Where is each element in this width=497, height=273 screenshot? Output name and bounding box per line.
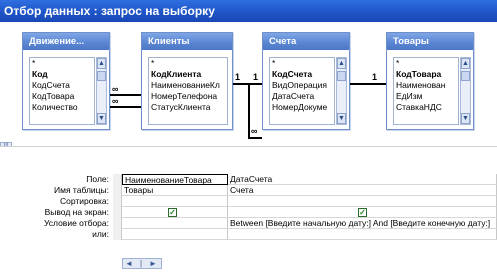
field-item[interactable]: *	[149, 58, 227, 69]
grid-row-show: Вывод на экран: ✓ ✓	[0, 207, 497, 218]
table-clients[interactable]: Клиенты * КодКлиента НаименованиеКл Номе…	[141, 32, 233, 130]
grid-row-field: Поле: НаименованиеТовара ДатаСчета	[0, 174, 497, 185]
relationship-line[interactable]	[350, 83, 386, 85]
table-cell[interactable]: Товары	[122, 185, 228, 196]
field-item-key[interactable]: КодКлиента	[149, 69, 227, 80]
row-label: Сортировка:	[59, 196, 109, 206]
show-cell: ✓	[228, 207, 497, 218]
table-title[interactable]: Клиенты	[142, 33, 232, 50]
field-item-key[interactable]: Код	[30, 69, 94, 80]
field-item[interactable]: НомерДокуме	[270, 102, 334, 113]
field-scrollbar[interactable]: ▲ ▼	[96, 57, 107, 125]
one-marker: 1	[372, 72, 378, 82]
row-label: Условие отбора:	[43, 218, 109, 228]
table-movement[interactable]: Движение... * Код КодСчета КодТовара Кол…	[22, 32, 110, 130]
row-label: Поле:	[86, 174, 109, 184]
show-checkbox[interactable]: ✓	[358, 208, 367, 217]
field-item-key[interactable]: КодСчета	[270, 69, 334, 80]
scroll-thumb[interactable]	[461, 71, 470, 81]
table-title[interactable]: Товары	[387, 33, 473, 50]
scroll-down-icon[interactable]: ▼	[461, 113, 470, 124]
scroll-right-icon[interactable]: ►	[147, 259, 159, 268]
field-scrollbar[interactable]: ▲ ▼	[336, 57, 347, 125]
field-item[interactable]: ЕдИзм	[394, 91, 458, 102]
row-label: Имя таблицы:	[54, 185, 109, 195]
field-item[interactable]: Количество	[30, 102, 94, 113]
row-label: Вывод на экран:	[44, 207, 109, 217]
or-cell[interactable]	[228, 229, 497, 240]
row-gutter	[113, 196, 122, 207]
field-item[interactable]: СтавкаНДС	[394, 102, 458, 113]
one-marker: 1	[235, 72, 241, 82]
many-marker: ∞	[112, 96, 119, 106]
field-item[interactable]: ДатаСчета	[270, 91, 334, 102]
row-label: или:	[92, 229, 109, 239]
field-item[interactable]: СтатусКлиента	[149, 102, 227, 113]
row-gutter	[113, 185, 122, 196]
show-cell: ✓	[122, 207, 228, 218]
field-item[interactable]: НомерТелефона	[149, 91, 227, 102]
sort-cell[interactable]	[122, 196, 228, 207]
relationship-line[interactable]	[248, 83, 250, 138]
table-diagram-pane: Движение... * Код КодСчета КодТовара Кол…	[0, 22, 497, 151]
scroll-up-icon[interactable]: ▲	[461, 58, 470, 69]
show-checkbox[interactable]: ✓	[168, 208, 177, 217]
one-marker: 1	[253, 72, 259, 82]
field-list: * Код КодСчета КодТовара Количество	[29, 57, 95, 125]
field-list: * КодТовара Наименован ЕдИзм СтавкаНДС	[393, 57, 459, 125]
criteria-cell[interactable]	[122, 218, 228, 229]
grid-row-sort: Сортировка:	[0, 196, 497, 207]
row-gutter	[113, 174, 122, 185]
row-gutter	[113, 218, 122, 229]
field-item[interactable]: Наименован	[394, 80, 458, 91]
relationship-line[interactable]	[248, 137, 262, 139]
scroll-up-icon[interactable]: ▲	[97, 58, 106, 69]
table-cell[interactable]: Счета	[228, 185, 497, 196]
field-item[interactable]: КодТовара	[30, 91, 94, 102]
grid-horizontal-scrollbar[interactable]: ◄ | ►	[122, 258, 162, 269]
scroll-down-icon[interactable]: ▼	[97, 113, 106, 124]
field-item[interactable]: *	[270, 58, 334, 69]
scroll-down-icon[interactable]: ▼	[337, 113, 346, 124]
table-invoices[interactable]: Счета * КодСчета ВидОперация ДатаСчета Н…	[262, 32, 350, 130]
field-cell[interactable]: НаименованиеТовара	[122, 174, 228, 185]
field-item[interactable]: *	[394, 58, 458, 69]
relationship-line[interactable]	[110, 106, 141, 108]
grid-row-table: Имя таблицы: Товары Счета	[0, 185, 497, 196]
scroll-left-icon[interactable]: ◄	[123, 259, 135, 268]
scroll-thumb[interactable]	[337, 71, 346, 81]
field-scrollbar[interactable]: ▲ ▼	[460, 57, 471, 125]
field-item[interactable]: *	[30, 58, 94, 69]
table-title[interactable]: Движение...	[23, 33, 109, 50]
many-marker: ∞	[112, 84, 119, 94]
query-design-grid: Поле: НаименованиеТовара ДатаСчета Имя т…	[0, 168, 497, 273]
table-products[interactable]: Товары * КодТовара Наименован ЕдИзм Став…	[386, 32, 474, 130]
many-marker: ∞	[251, 126, 258, 136]
field-list: * КодКлиента НаименованиеКл НомерТелефон…	[148, 57, 228, 125]
window-title: Отбор данных : запрос на выборку	[0, 0, 497, 22]
grid-row-criteria: Условие отбора: Between [Введите начальн…	[0, 218, 497, 229]
table-title[interactable]: Счета	[263, 33, 349, 50]
field-item-key[interactable]: КодТовара	[394, 69, 458, 80]
sort-cell[interactable]	[228, 196, 497, 207]
field-list: * КодСчета ВидОперация ДатаСчета НомерДо…	[269, 57, 335, 125]
criteria-cell[interactable]: Between [Введите начальную дату:] And [В…	[228, 218, 497, 229]
or-cell[interactable]	[122, 229, 228, 240]
scroll-up-icon[interactable]: ▲	[337, 58, 346, 69]
field-item[interactable]: НаименованиеКл	[149, 80, 227, 91]
scroll-thumb[interactable]	[97, 71, 106, 81]
row-gutter	[113, 229, 122, 240]
pane-splitter[interactable]	[0, 146, 497, 168]
field-item[interactable]: ВидОперация	[270, 80, 334, 91]
scroll-thumb[interactable]: |	[135, 259, 147, 268]
grid-row-or: или:	[0, 229, 497, 240]
row-gutter	[113, 207, 122, 218]
field-cell[interactable]: ДатаСчета	[228, 174, 497, 185]
field-item[interactable]: КодСчета	[30, 80, 94, 91]
